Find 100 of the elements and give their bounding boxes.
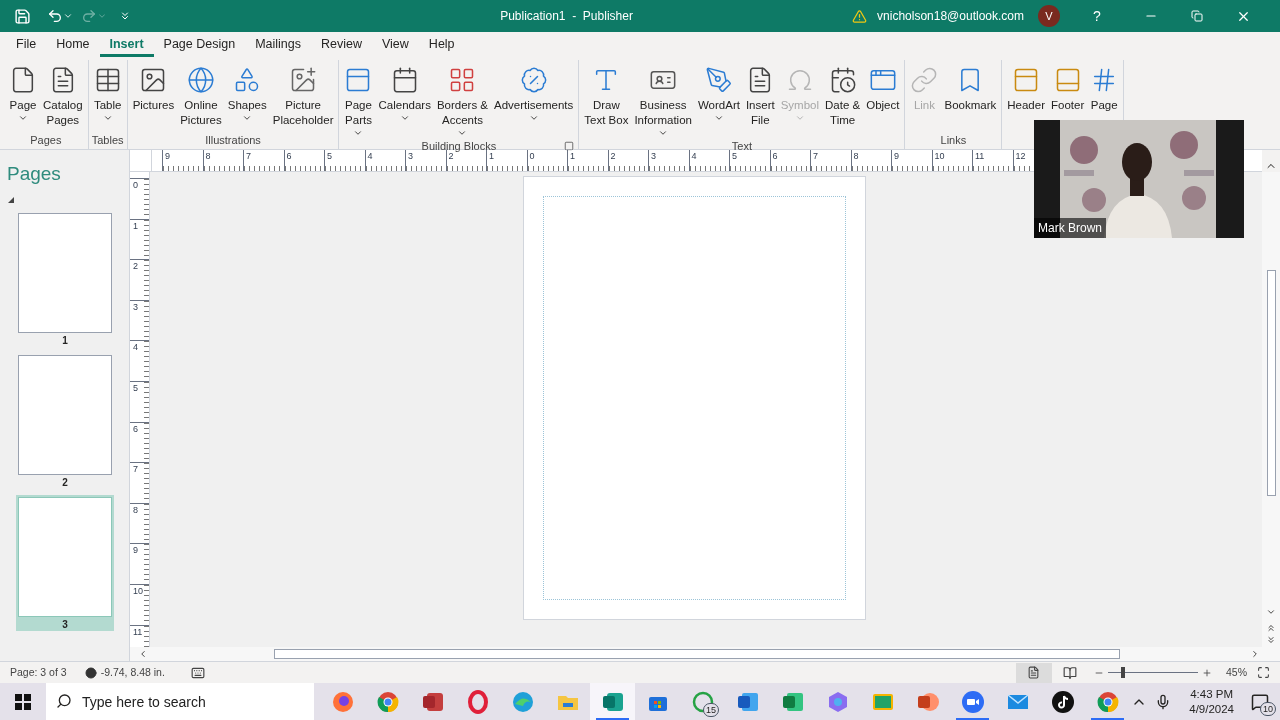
save-icon[interactable] xyxy=(14,7,31,25)
picture-placeholder-icon xyxy=(289,66,318,94)
music-note-icon xyxy=(1050,689,1075,714)
search-field[interactable]: Type here to search xyxy=(46,683,314,720)
caret-icon[interactable] xyxy=(63,11,73,21)
window-title: Publication1 - Publisher xyxy=(500,8,633,25)
next-page-icon[interactable] xyxy=(1266,635,1276,645)
group-label: Text xyxy=(731,139,752,153)
fox-globe-icon xyxy=(330,689,355,714)
ribbon-tab[interactable]: File xyxy=(6,35,47,57)
zoom-in-icon[interactable] xyxy=(1202,667,1212,678)
ribbon-button[interactable]: Date & Time xyxy=(822,60,864,128)
link-icon xyxy=(910,66,939,94)
record-icon[interactable] xyxy=(84,666,97,679)
fit-page-icon[interactable] xyxy=(1257,666,1270,679)
scrollbar-thumb[interactable] xyxy=(1266,270,1276,496)
zoom-slider-thumb[interactable] xyxy=(1121,667,1126,678)
ribbon-button[interactable]: Business Information xyxy=(631,60,695,138)
page-indicator: Page: 3 of 3 xyxy=(10,664,67,680)
caret-icon xyxy=(97,11,107,21)
ribbon-button[interactable]: WordArt xyxy=(694,60,743,123)
zoom-slider[interactable] xyxy=(1108,666,1198,679)
ribbon-button[interactable]: Draw Text Box xyxy=(581,60,632,128)
ruler-number: 9 xyxy=(893,150,899,161)
ribbon-tab[interactable]: View xyxy=(372,35,419,57)
ruler-number: 0 xyxy=(132,179,138,190)
ruler-number: 6 xyxy=(132,422,138,434)
ribbon-button[interactable]: Pictures xyxy=(129,60,178,113)
ruler-number: 3 xyxy=(407,150,413,161)
ruler-number: 7 xyxy=(132,463,138,475)
caret-icon xyxy=(528,113,539,123)
caret-icon xyxy=(242,113,253,123)
starburst-icon xyxy=(519,66,548,94)
scroll-left-icon[interactable] xyxy=(138,649,148,659)
ribbon-tab[interactable]: Home xyxy=(46,35,100,57)
ribbon-button[interactable]: Calendars xyxy=(375,60,434,123)
taskbar-app[interactable]: 15 xyxy=(680,683,725,720)
ruler-number: 12 xyxy=(1014,150,1026,161)
ring-icon xyxy=(465,689,490,714)
ruler-number: 4 xyxy=(690,150,697,161)
scroll-right-icon[interactable] xyxy=(1250,649,1260,659)
ruler-number: 7 xyxy=(245,150,251,161)
ruler-number: 4 xyxy=(366,150,373,161)
ruler-number: 8 xyxy=(852,150,859,161)
ribbon-tab[interactable]: Page Design xyxy=(153,35,246,57)
zoom-percentage[interactable]: 45% xyxy=(1226,664,1247,681)
ribbon-button[interactable]: Insert File xyxy=(742,60,778,128)
ribbon-button[interactable]: Header xyxy=(1004,60,1048,113)
ribbon-tab[interactable]: Insert xyxy=(99,35,154,57)
customize-icon[interactable] xyxy=(119,10,131,22)
ribbon-button[interactable]: Catalog Pages xyxy=(40,60,86,128)
account-email: vnicholson18@outlook.com xyxy=(877,8,1024,25)
ribbon-button[interactable]: Table xyxy=(90,60,125,123)
ribbon-button[interactable]: Advertisements xyxy=(491,60,577,123)
ribbon-button[interactable]: Page Parts xyxy=(341,60,376,138)
ribbon-tab[interactable]: Mailings xyxy=(245,35,311,57)
group-label: Building Blocks xyxy=(421,139,497,153)
pane-title: Pages xyxy=(6,162,62,186)
scroll-down-icon[interactable] xyxy=(1266,607,1276,617)
ruler-number: 4 xyxy=(132,341,138,353)
keyboard-icon xyxy=(190,665,205,680)
ruler-number: 1 xyxy=(488,150,494,161)
ruler-number: 1 xyxy=(569,150,575,161)
ribbon-button[interactable]: Footer xyxy=(1047,60,1088,113)
open-book-icon xyxy=(1063,665,1077,680)
wheel-icon xyxy=(1095,689,1120,714)
single-page-view-button[interactable] xyxy=(1016,662,1052,683)
ribbon-button[interactable]: Picture Placeholder xyxy=(269,60,337,128)
ribbon-button[interactable]: Page xyxy=(6,60,40,123)
ribbon-button[interactable]: Page xyxy=(1087,60,1122,113)
dialog-launcher-icon[interactable] xyxy=(564,141,575,152)
ribbon-button[interactable]: Shapes xyxy=(224,60,270,123)
ribbon-button[interactable]: Object xyxy=(863,60,903,113)
ruler-number: 8 xyxy=(132,503,138,515)
ribbon-tab[interactable]: Help xyxy=(418,35,465,57)
redo-icon xyxy=(81,8,97,24)
caret-icon xyxy=(353,128,364,138)
avatar[interactable]: V xyxy=(1038,5,1060,27)
group-label: Pages xyxy=(30,132,62,148)
ribbon-button[interactable]: Bookmark xyxy=(941,60,1000,113)
collapse-triangle-icon[interactable] xyxy=(8,196,14,203)
ruler-number: 3 xyxy=(650,150,656,161)
ruler-number: 2 xyxy=(609,150,616,161)
camera-icon xyxy=(960,689,985,714)
windows-icon xyxy=(15,693,31,710)
page-thumbnail[interactable]: 3 xyxy=(16,494,114,631)
ruler-number: 3 xyxy=(132,300,138,312)
ribbon-button[interactable]: Online Pictures xyxy=(177,60,225,128)
ruler-number: 9 xyxy=(132,544,138,556)
undo-icon[interactable] xyxy=(47,8,63,24)
help-button[interactable]: ? xyxy=(1082,5,1112,27)
clock[interactable]: 4:43 PM 4/9/2024 xyxy=(1183,686,1240,717)
ribbon-tab[interactable]: Review xyxy=(311,35,372,57)
wheel-icon xyxy=(375,689,400,714)
ruler-number: 11 xyxy=(132,625,143,637)
caret-icon xyxy=(399,113,410,123)
ribbon-button[interactable]: Borders & Accents xyxy=(433,60,492,138)
previous-page-icon[interactable] xyxy=(1266,623,1276,633)
horizontal-scrollbar-thumb[interactable] xyxy=(274,649,1120,659)
ruler-number: 2 xyxy=(448,151,454,161)
